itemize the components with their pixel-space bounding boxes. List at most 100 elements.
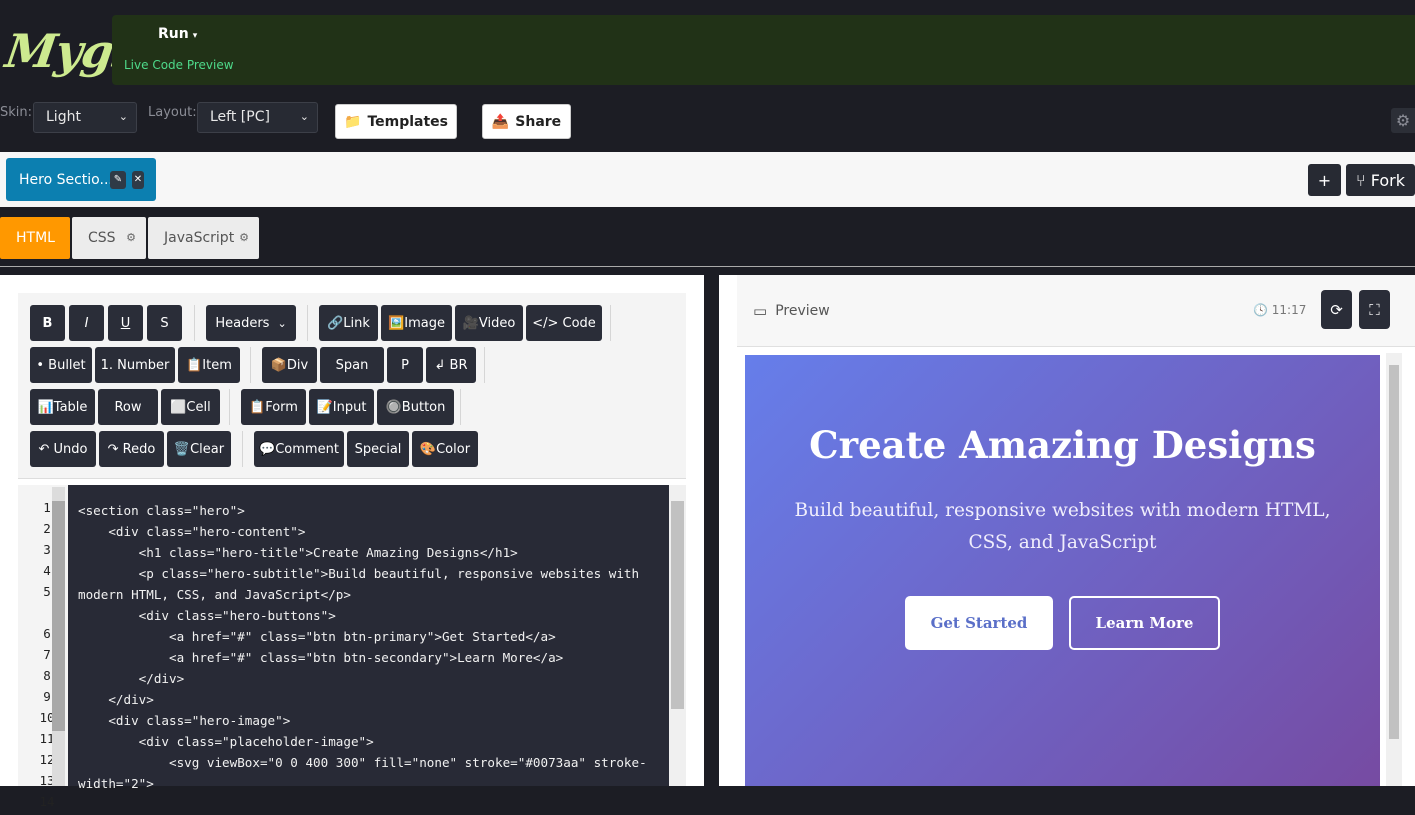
hero-title: Create Amazing Designs <box>809 423 1316 467</box>
run-panel: Run ▾ Live Code Preview <box>112 15 1415 85</box>
cell-button[interactable]: ⬜Cell <box>161 389 220 425</box>
comment-button[interactable]: 💬Comment <box>254 431 344 467</box>
special-button[interactable]: Special <box>347 431 409 467</box>
code-text-area[interactable]: <section class="hero"> <div class="hero-… <box>68 485 669 791</box>
link-button[interactable]: 🔗Link <box>319 305 378 341</box>
code-line[interactable]: </div> <box>78 668 669 689</box>
workspace: B I U S Headers ⌄ 🔗Link 🖼️Image 🎥Video </… <box>0 275 1415 809</box>
fork-button[interactable]: ⑂ Fork <box>1346 164 1415 196</box>
skin-value: Light <box>46 109 81 125</box>
format-toolbar: B I U S Headers ⌄ 🔗Link 🖼️Image 🎥Video </… <box>18 293 686 479</box>
span-button[interactable]: Span <box>320 347 384 383</box>
input-button[interactable]: 📝Input <box>309 389 374 425</box>
div-button[interactable]: 📦Div <box>262 347 317 383</box>
scrollbar-thumb[interactable] <box>1389 365 1399 739</box>
editor-pane: B I U S Headers ⌄ 🔗Link 🖼️Image 🎥Video </… <box>0 275 704 809</box>
tab-html-label: HTML <box>16 230 55 246</box>
tab-javascript[interactable]: JavaScript ⚙ <box>148 217 259 259</box>
layout-label: Layout: <box>148 105 197 120</box>
settings-gear-icon[interactable]: ⚙ <box>1391 108 1415 133</box>
skin-label: Skin: <box>0 105 33 120</box>
hero-subtitle: Build beautiful, responsive websites wit… <box>794 500 1331 553</box>
preview-time: 11:17 <box>1271 303 1307 317</box>
share-button[interactable]: 📤 Share <box>482 104 571 139</box>
item-button[interactable]: 📋Item <box>178 347 240 383</box>
button-button[interactable]: 🔘Button <box>377 389 454 425</box>
folder-icon: 📁 <box>344 113 362 130</box>
preview-pane: ▭ Preview 🕓 11:17 ⟳ ⛶ Create Amazing Desi… <box>719 275 1415 786</box>
code-line[interactable]: <h1 class="hero-title">Create Amazing De… <box>78 542 669 563</box>
redo-button[interactable]: ↷ Redo <box>99 431 164 467</box>
number-button[interactable]: 1. Number <box>95 347 175 383</box>
gutter-scrollbar[interactable] <box>52 487 65 786</box>
window-icon: ▭ <box>753 302 768 320</box>
code-line[interactable]: <div class="hero-image"> <box>78 710 669 731</box>
fullscreen-button[interactable]: ⛶ <box>1359 290 1390 329</box>
code-line[interactable]: <div class="placeholder-image"> <box>78 731 669 752</box>
add-file-button[interactable]: + <box>1308 164 1341 196</box>
tab-css-label: CSS <box>88 230 116 246</box>
line-number: 14 <box>39 794 55 809</box>
code-line[interactable]: <p class="hero-subtitle">Build beautiful… <box>78 563 669 584</box>
line-break-button[interactable]: ↲ BR <box>426 347 476 383</box>
file-tab-label: Hero Sectio... <box>19 171 113 188</box>
skin-select[interactable]: Light ⌄ <box>33 102 137 133</box>
clock-icon: 🕓 <box>1253 303 1268 317</box>
language-tabs: HTML CSS ⚙ JavaScript ⚙ <box>0 207 1415 267</box>
top-bar: Mygs Run ▾ Live Code Preview <box>0 0 1415 97</box>
editor-scrollbar[interactable] <box>669 485 686 786</box>
scrollbar-thumb[interactable] <box>671 501 684 709</box>
code-line[interactable]: <div class="hero-buttons"> <box>78 605 669 626</box>
scrollbar-thumb[interactable] <box>52 501 65 731</box>
run-button[interactable]: Run ▾ <box>158 26 197 42</box>
video-button[interactable]: 🎥Video <box>455 305 523 341</box>
code-line[interactable]: width="2"> <box>78 773 669 794</box>
bold-button[interactable]: B <box>30 305 65 341</box>
preview-scrollbar[interactable] <box>1386 353 1402 786</box>
clear-button[interactable]: 🗑️Clear <box>167 431 231 467</box>
headers-select[interactable]: Headers ⌄ <box>206 305 296 341</box>
form-button[interactable]: 📋Form <box>241 389 306 425</box>
gear-icon[interactable]: ⚙ <box>239 231 249 244</box>
get-started-button[interactable]: Get Started <box>905 596 1053 650</box>
toolbar-divider <box>229 389 230 425</box>
templates-button[interactable]: 📁 Templates <box>335 104 457 139</box>
code-line[interactable]: <a href="#" class="btn btn-secondary">Le… <box>78 647 669 668</box>
chevron-down-icon: ⌄ <box>277 316 287 330</box>
preview-title: ▭ Preview <box>753 302 830 320</box>
code-button[interactable]: </> Code <box>526 305 602 341</box>
learn-more-button[interactable]: Learn More <box>1069 596 1220 650</box>
code-line[interactable]: </div> <box>78 689 669 710</box>
bullet-button[interactable]: • Bullet <box>30 347 92 383</box>
underline-button[interactable]: U <box>108 305 143 341</box>
tab-css[interactable]: CSS ⚙ <box>72 217 146 259</box>
color-button[interactable]: 🎨Color <box>412 431 478 467</box>
row-button[interactable]: Row <box>98 389 158 425</box>
headers-label: Headers <box>215 315 270 331</box>
preview-frame: Create Amazing Designs Build beautiful, … <box>745 355 1380 786</box>
code-line[interactable]: <a href="#" class="btn btn-primary">Get … <box>78 626 669 647</box>
layout-select[interactable]: Left [PC] ⌄ <box>197 102 318 133</box>
italic-button[interactable]: I <box>69 305 104 341</box>
code-line[interactable]: modern HTML, CSS, and JavaScript</p> <box>78 584 669 605</box>
code-line[interactable]: <div class="hero-content"> <box>78 521 669 542</box>
close-icon[interactable]: ✕ <box>132 171 144 189</box>
toolbar-divider <box>250 347 251 383</box>
pencil-icon[interactable]: ✎ <box>110 171 126 189</box>
code-line[interactable]: <section class="hero"> <box>78 500 669 521</box>
chevron-down-icon: ⌄ <box>299 110 309 123</box>
strike-button[interactable]: S <box>147 305 182 341</box>
toolbar-divider <box>484 347 485 383</box>
image-button[interactable]: 🖼️Image <box>381 305 452 341</box>
code-line[interactable]: <svg viewBox="0 0 400 300" fill="none" s… <box>78 752 669 773</box>
paragraph-button[interactable]: P <box>387 347 423 383</box>
refresh-button[interactable]: ⟳ <box>1321 290 1352 329</box>
undo-button[interactable]: ↶ Undo <box>30 431 96 467</box>
code-editor[interactable]: 1 2 3 4 5 6 7 8 9 10 11 12 13 14 <section class="hero… <box>18 485 686 809</box>
chevron-down-icon: ⌄ <box>118 110 128 123</box>
refresh-icon: ⟳ <box>1330 300 1343 319</box>
file-tab-hero-section[interactable]: Hero Sectio... ✎ ✕ <box>6 158 156 201</box>
tab-html[interactable]: HTML <box>0 217 70 259</box>
table-button[interactable]: 📊Table <box>30 389 95 425</box>
gear-icon[interactable]: ⚙ <box>126 231 136 244</box>
